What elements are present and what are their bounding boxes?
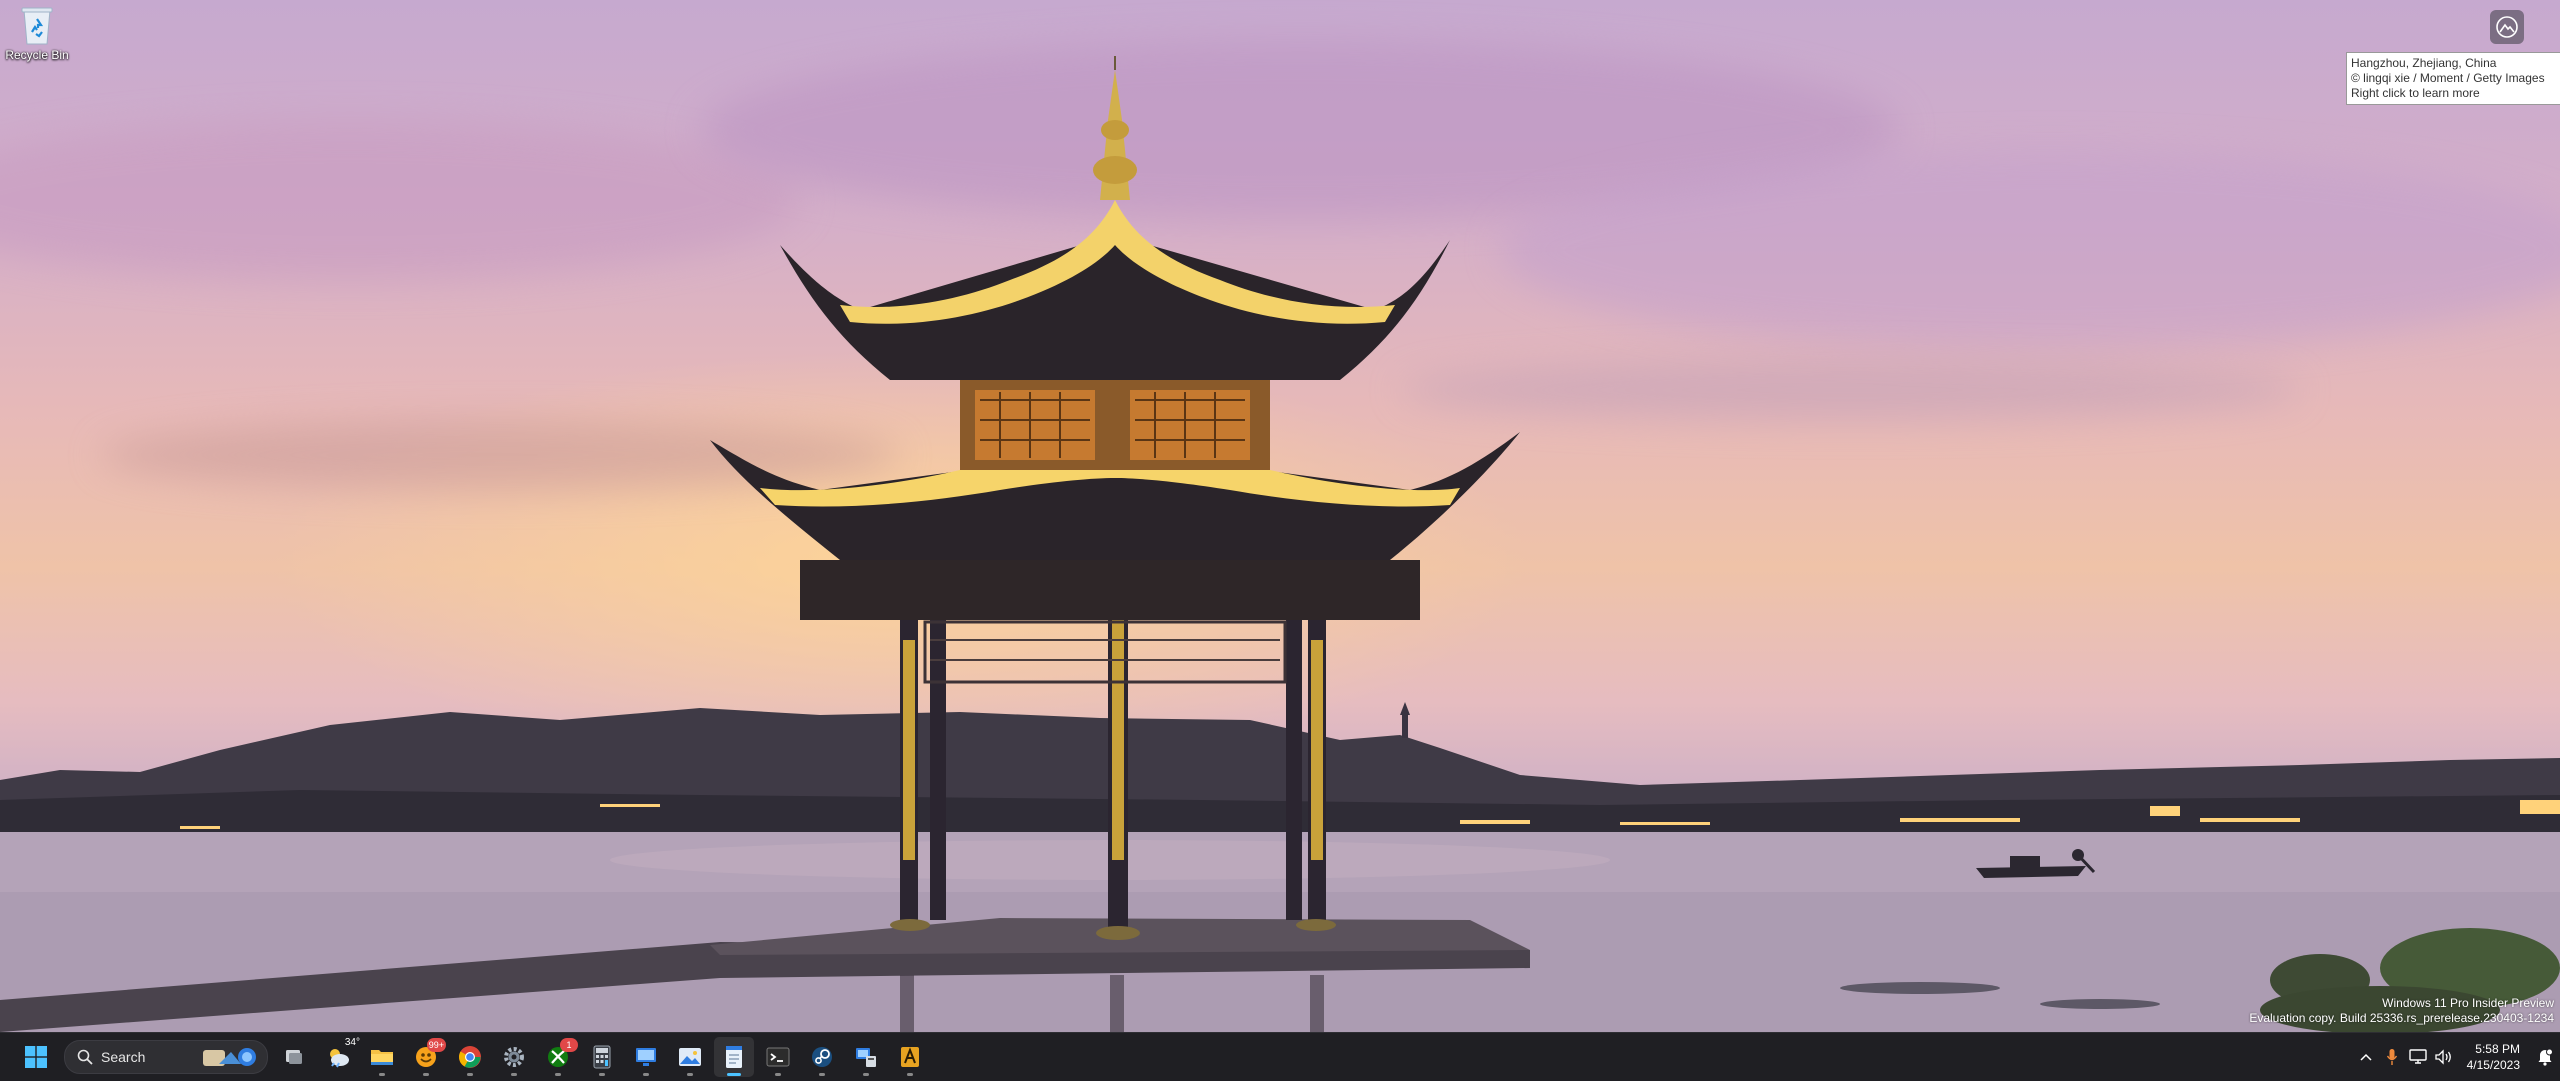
show-hidden-icons-button[interactable] [2353, 1037, 2379, 1077]
taskbar-terminal[interactable] [758, 1037, 798, 1077]
app-icon [901, 1047, 919, 1067]
recycle-bin-icon [18, 6, 56, 46]
device-manager-icon [856, 1048, 876, 1067]
learn-more-button[interactable] [2490, 10, 2524, 44]
microphone-icon [2386, 1049, 2397, 1065]
running-indicator [511, 1073, 517, 1076]
calculator-icon [593, 1045, 611, 1069]
watermark-edition: Windows 11 Pro Insider Preview [2382, 996, 2554, 1010]
taskbar-apps: Search 34° 99+ 1 [16, 1033, 934, 1081]
bell-icon [2538, 1048, 2553, 1066]
running-indicator [819, 1073, 825, 1076]
search-highlight-icon [203, 1048, 256, 1066]
volume-icon [2434, 1049, 2451, 1065]
os-watermark: Windows 11 Pro Insider Preview Evaluatio… [2249, 996, 2554, 1026]
taskbar-file-explorer[interactable] [362, 1037, 402, 1077]
search-placeholder: Search [101, 1049, 146, 1065]
taskbar-device-manager[interactable] [846, 1037, 886, 1077]
running-indicator [775, 1073, 781, 1076]
taskbar-calculator[interactable] [582, 1037, 622, 1077]
weather-temperature: 34° [344, 1037, 360, 1048]
chat-badge: 99+ [426, 1038, 446, 1052]
running-indicator [555, 1073, 561, 1076]
landscape [0, 56, 2560, 1032]
start-button[interactable] [16, 1037, 56, 1077]
running-indicator [643, 1073, 649, 1076]
taskbar-steam[interactable] [802, 1037, 842, 1077]
taskbar-settings[interactable] [494, 1037, 534, 1077]
desktop-wallpaper [0, 0, 2560, 1032]
network-icon [2408, 1049, 2427, 1064]
spotlight-location: Hangzhou, Zhejiang, China [2351, 56, 2497, 70]
clock-date: 4/15/2023 [2466, 1058, 2520, 1072]
chevron-up-icon [2360, 1053, 2372, 1061]
taskbar-chrome[interactable] [450, 1037, 490, 1077]
running-indicator [687, 1073, 693, 1076]
taskbar-weather[interactable]: 34° [318, 1037, 360, 1077]
taskbar: Search 34° 99+ 1 5:58 PM 4/15/2023 [0, 1032, 2560, 1081]
taskbar-xbox[interactable]: 1 [538, 1037, 578, 1077]
running-indicator [863, 1073, 869, 1076]
photos-icon [679, 1048, 701, 1066]
steam-icon [812, 1047, 832, 1067]
weather-icon [330, 1049, 349, 1068]
recycle-bin-shortcut[interactable]: Recycle Bin [2, 6, 72, 62]
search-icon [77, 1049, 93, 1065]
recycle-bin-label: Recycle Bin [5, 48, 69, 62]
watermark-build: Evaluation copy. Build 25336.rs_prerelea… [2249, 1011, 2554, 1025]
chrome-icon [459, 1046, 481, 1068]
notification-center-button[interactable] [2530, 1037, 2560, 1077]
spotlight-info-card[interactable]: Hangzhou, Zhejiang, China © lingqi xie /… [2346, 52, 2560, 105]
taskbar-chat[interactable]: 99+ [406, 1037, 446, 1077]
windows-logo-icon [25, 1046, 47, 1068]
taskbar-notepad[interactable] [714, 1037, 754, 1077]
spotlight-credit: © lingqi xie / Moment / Getty Images [2351, 71, 2545, 85]
gear-icon [504, 1047, 524, 1067]
task-view-icon [286, 1050, 302, 1064]
active-indicator [727, 1073, 741, 1076]
terminal-icon [766, 1047, 790, 1067]
system-tray: 5:58 PM 4/15/2023 [2353, 1033, 2560, 1081]
xbox-badge: 1 [560, 1038, 578, 1052]
running-indicator [599, 1073, 605, 1076]
running-indicator [379, 1073, 385, 1076]
running-indicator [907, 1073, 913, 1076]
running-indicator [467, 1073, 473, 1076]
taskbar-app[interactable] [890, 1037, 930, 1077]
folder-icon [371, 1050, 393, 1065]
volume-button[interactable] [2431, 1037, 2457, 1077]
taskbar-photos[interactable] [670, 1037, 710, 1077]
running-indicator [423, 1073, 429, 1076]
spotlight-hint: Right click to learn more [2351, 86, 2480, 100]
microphone-indicator[interactable] [2379, 1037, 2405, 1077]
network-button[interactable] [2405, 1037, 2431, 1077]
notepad-icon [726, 1046, 742, 1068]
remote-desktop-icon [636, 1048, 656, 1066]
clock[interactable]: 5:58 PM 4/15/2023 [2467, 1041, 2520, 1073]
taskbar-task-view[interactable] [274, 1037, 314, 1077]
clock-time: 5:58 PM [2475, 1042, 2520, 1056]
taskbar-remote-desktop[interactable] [626, 1037, 666, 1077]
taskbar-search[interactable]: Search [64, 1040, 268, 1074]
learn-more-icon [2496, 16, 2518, 38]
